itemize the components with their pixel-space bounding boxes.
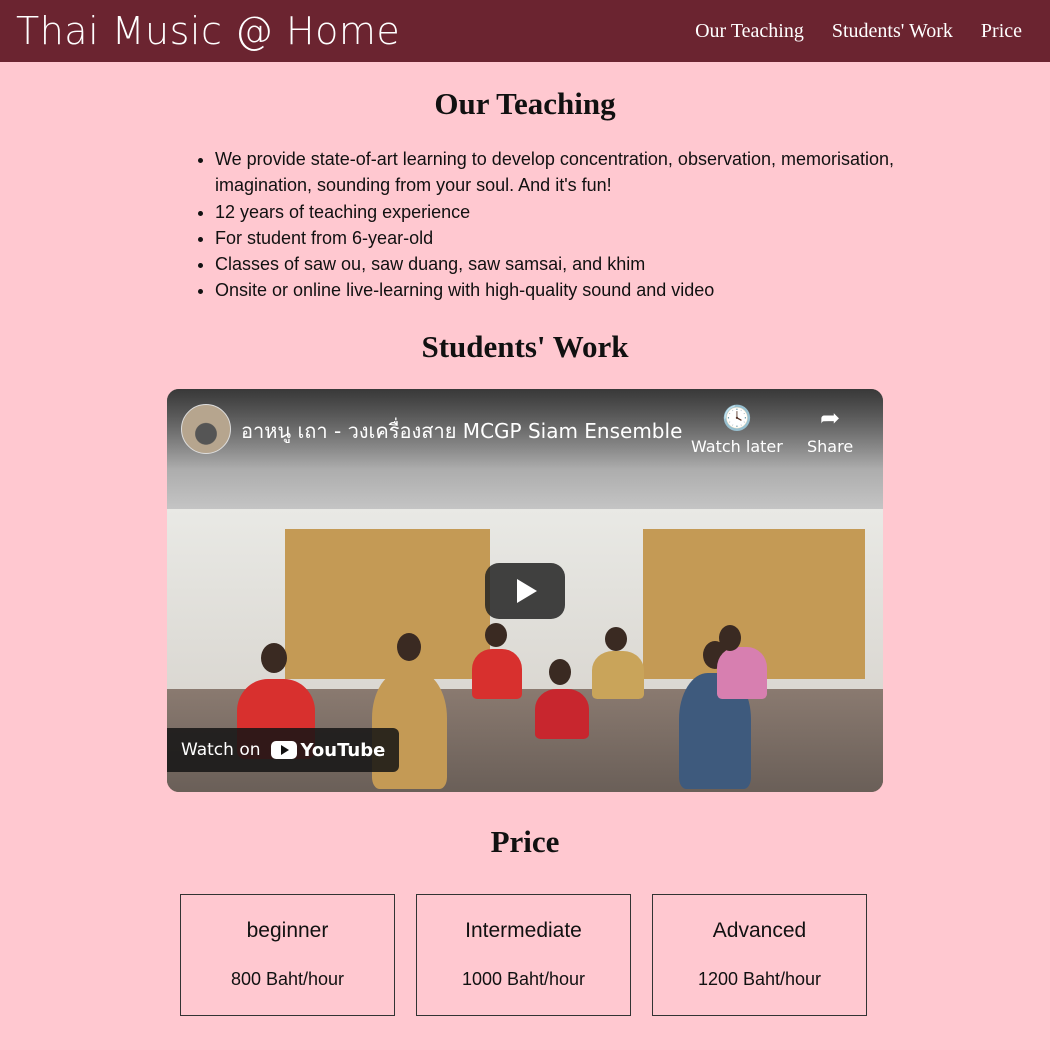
video-person-head [719,625,741,651]
price-card-intermediate: Intermediate 1000 Baht/hour [416,894,631,1016]
channel-avatar[interactable] [181,404,231,454]
video-scene-panel [285,529,490,679]
share-button[interactable]: ➦ Share [807,403,853,456]
video-person [472,649,522,699]
price-level: Intermediate [465,919,582,942]
watch-on-label: Watch on [181,740,261,760]
teaching-title: Our Teaching [434,86,616,121]
youtube-video-embed[interactable]: อาหนู เถา - วงเครื่องสาย MCGP Siam Ensem… [167,389,883,792]
clock-icon: 🕓 [721,404,752,432]
price-level: beginner [246,919,329,942]
video-person-head [397,633,421,661]
video-person [592,651,644,699]
price-title: Price [490,824,560,859]
top-navbar: Thai Music @ Home Our Teaching Students'… [0,0,1050,62]
price-cards: beginner 800 Baht/hour Intermediate 1000… [180,894,870,1016]
site-brand[interactable]: Thai Music @ Home [16,9,400,53]
list-item: Onsite or online live-learning with high… [215,277,905,303]
price-card-beginner: beginner 800 Baht/hour [180,894,395,1016]
youtube-logo-text: YouTube [300,739,386,761]
youtube-play-icon [270,741,297,759]
nav-students-work[interactable]: Students' Work [832,20,953,43]
nav-our-teaching[interactable]: Our Teaching [695,20,804,43]
price-rate: 1000 Baht/hour [461,969,586,989]
video-person [535,689,589,739]
watch-on-youtube-button[interactable]: Watch on YouTube [167,728,400,772]
video-person-head [485,623,507,647]
play-button[interactable] [485,563,565,619]
nav-price[interactable]: Price [981,20,1022,43]
video-person [717,647,767,699]
teaching-list: We provide state-of-art learning to deve… [0,146,905,304]
video-person-head [261,643,287,673]
watch-later-button[interactable]: 🕓 Watch later [691,403,783,456]
list-item: Classes of saw ou, saw duang, saw samsai… [215,251,905,277]
list-item: For student from 6-year-old [215,225,905,251]
share-label: Share [807,437,854,456]
list-item: 12 years of teaching experience [215,199,905,225]
list-item: We provide state-of-art learning to deve… [215,146,905,199]
video-title[interactable]: อาหนู เถา - วงเครื่องสาย MCGP Siam Ensem… [241,415,682,447]
price-card-advanced: Advanced 1200 Baht/hour [652,894,867,1016]
price-level: Advanced [712,919,807,942]
price-rate: 1200 Baht/hour [697,969,822,989]
video-person-head [605,627,627,651]
share-arrow-icon: ➦ [820,404,841,432]
price-rate: 800 Baht/hour [230,969,345,989]
youtube-logo: YouTube [270,739,386,761]
teaching-section: Our Teaching We provide state-of-art lea… [0,86,1050,304]
students-title: Students' Work [421,329,629,364]
watch-later-label: Watch later [691,437,783,456]
main-nav: Our Teaching Students' Work Price [695,20,1022,43]
video-person-head [549,659,571,685]
